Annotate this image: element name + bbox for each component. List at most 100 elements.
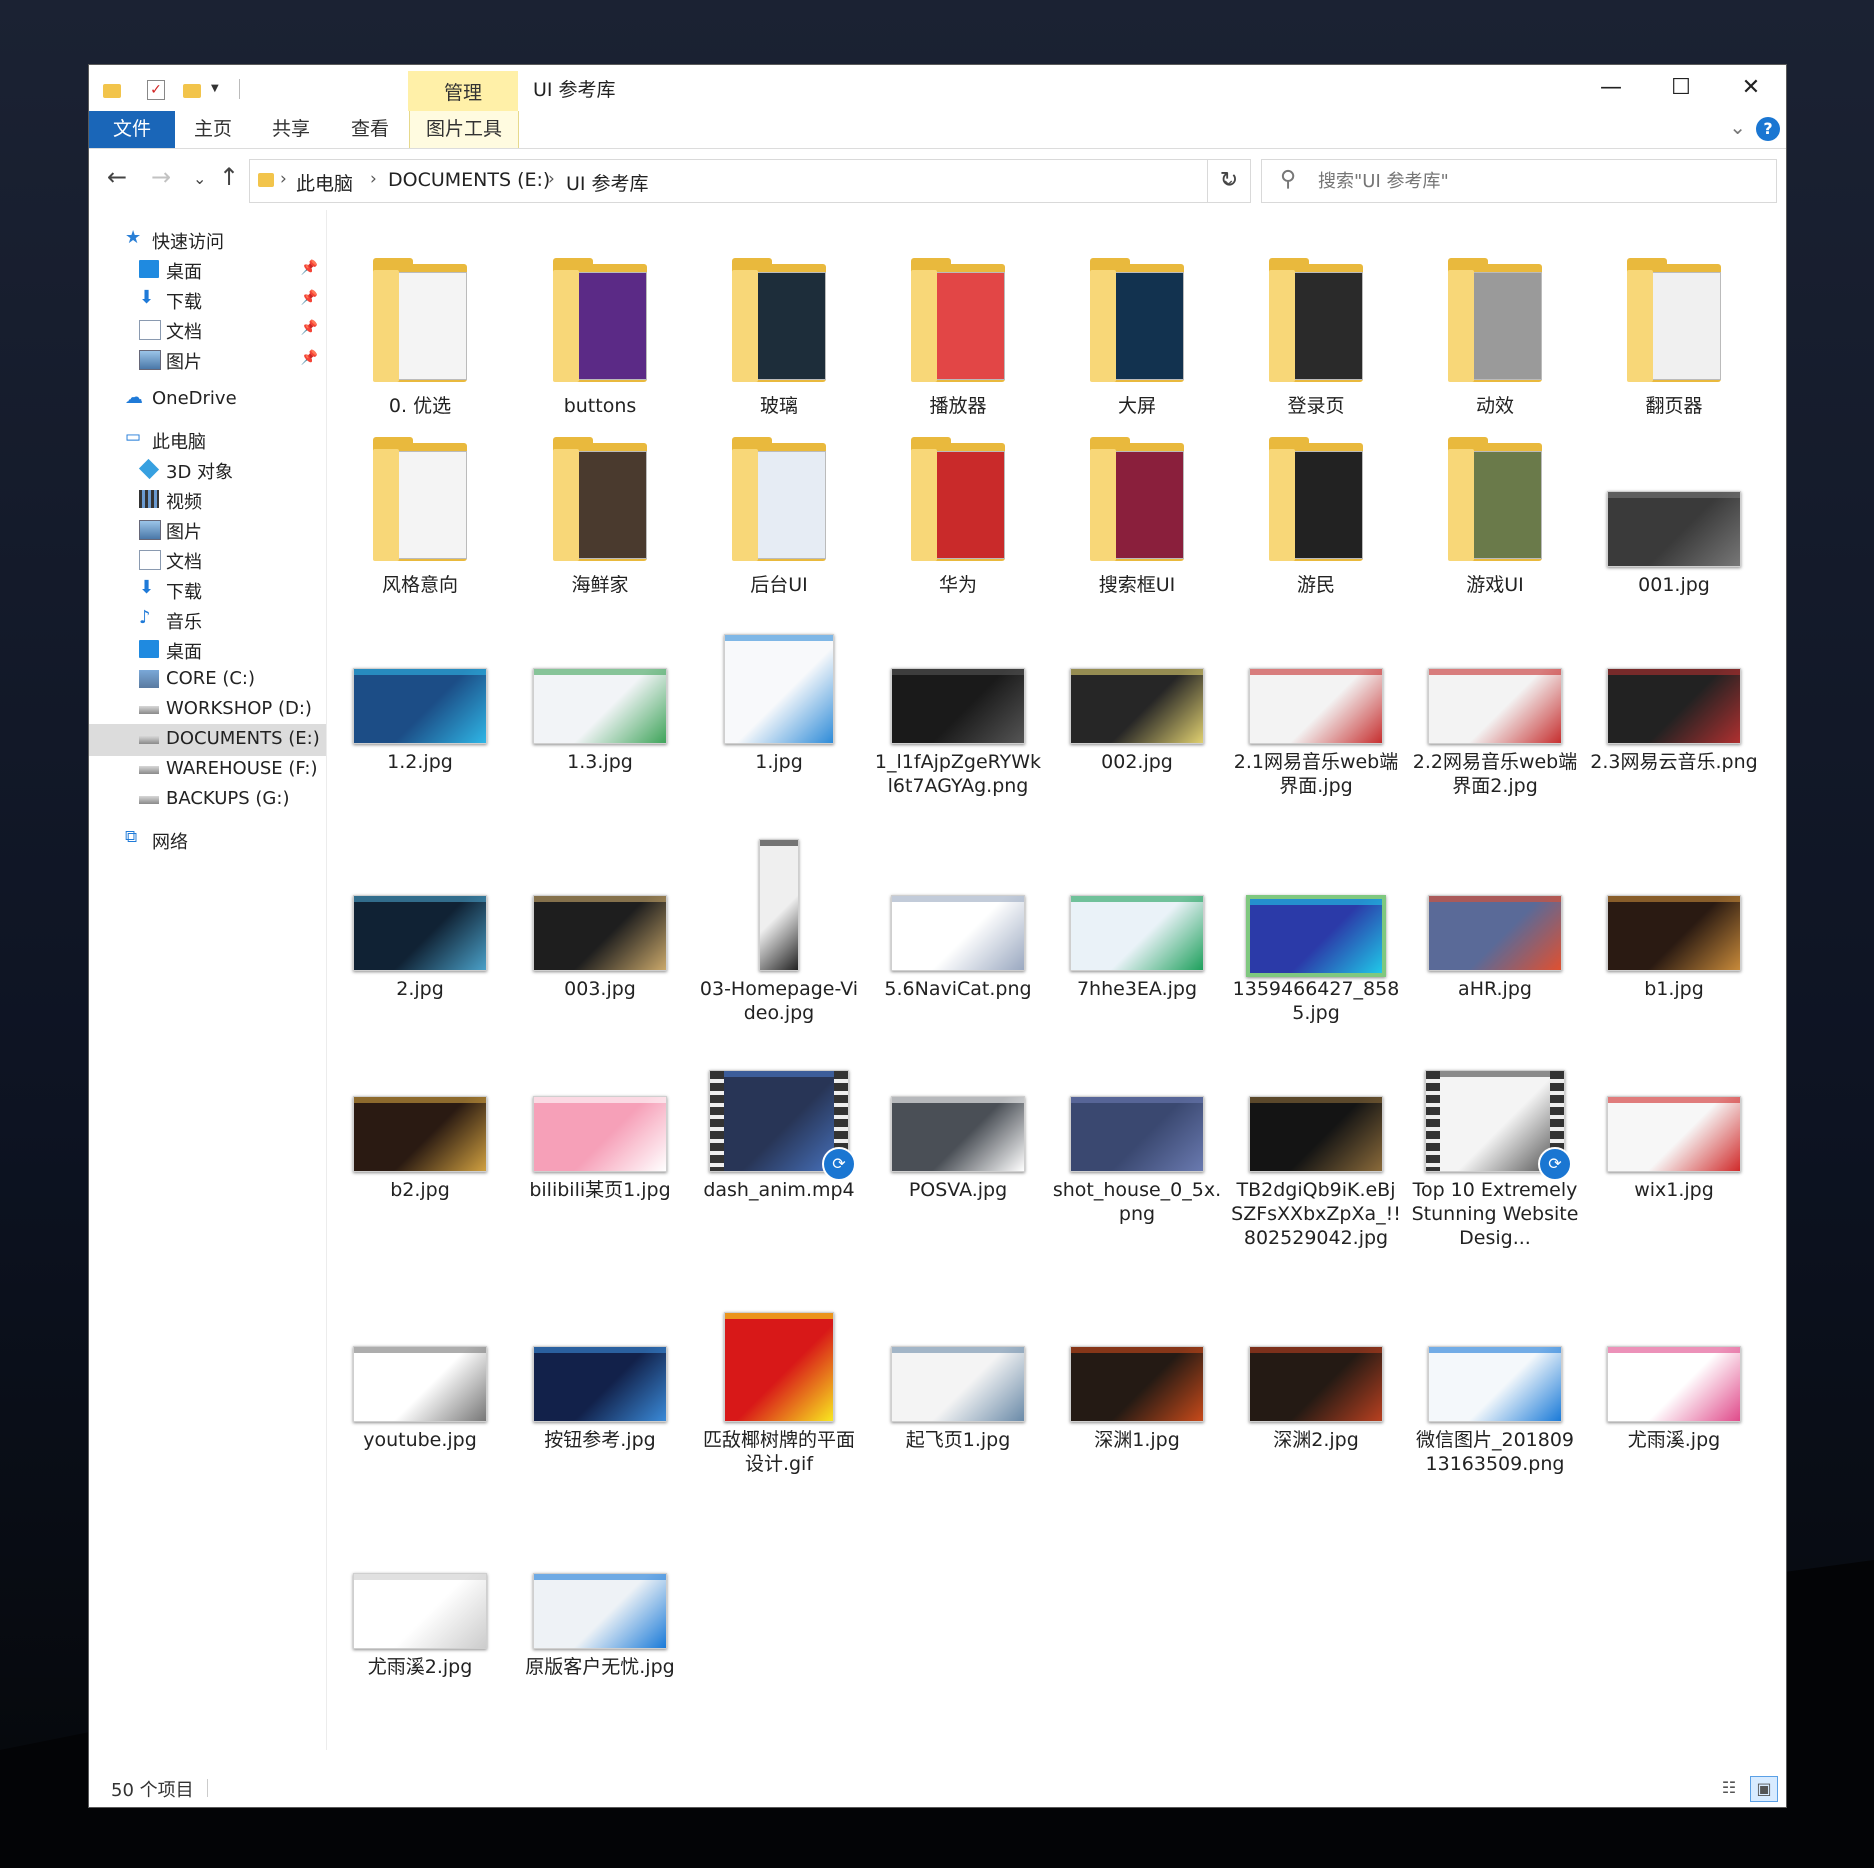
breadcrumb-documents-drive[interactable]: DOCUMENTS (E:) — [388, 169, 550, 191]
context-tab-manage[interactable]: 管理 — [408, 71, 518, 111]
customize-toolbar-icon[interactable]: ▼ — [211, 83, 219, 103]
file-name: 尤雨溪.jpg — [1627, 1429, 1721, 1451]
folder-item[interactable]: 播放器 — [873, 254, 1043, 418]
nav-item[interactable]: CORE (C:) — [89, 664, 326, 696]
file-item[interactable]: 2.jpg — [335, 837, 505, 1001]
search-input[interactable] — [1316, 166, 1760, 196]
file-item[interactable]: 按钮参考.jpg — [515, 1288, 685, 1452]
file-item[interactable]: 起飞页1.jpg — [873, 1288, 1043, 1452]
file-item[interactable]: 2.1网易音乐web端界面.jpg — [1231, 610, 1401, 798]
file-item[interactable]: 2.3网易云音乐.png — [1589, 610, 1759, 774]
nav-item[interactable]: 文档 📌 — [89, 314, 326, 346]
folder-item[interactable]: 大屏 — [1052, 254, 1222, 418]
new-folder-icon[interactable] — [183, 84, 201, 98]
folder-item[interactable]: 翻页器 — [1589, 254, 1759, 418]
file-item[interactable]: 5.6NaviCat.png — [873, 837, 1043, 1001]
file-item[interactable]: 2.2网易音乐web端界面2.jpg — [1410, 610, 1580, 798]
file-item[interactable]: 1.jpg — [694, 610, 864, 774]
folder-item[interactable]: 后台UI — [694, 433, 864, 597]
folder-item[interactable]: 0. 优选 — [335, 254, 505, 418]
nav-item[interactable]: ▭ 此电脑 — [89, 424, 326, 456]
file-item[interactable]: TB2dgiQb9iK.eBjSZFsXXbxZpXa_!!802529042.… — [1231, 1038, 1401, 1250]
nav-item[interactable]: ⧉ 网络 — [89, 824, 326, 856]
nav-item[interactable]: 文档 — [89, 544, 326, 576]
file-item[interactable]: 03-Homepage-Video.jpg — [694, 837, 864, 1025]
close-button[interactable]: ✕ — [1716, 65, 1786, 111]
file-item[interactable]: b2.jpg — [335, 1038, 505, 1202]
folder-item[interactable]: buttons — [515, 254, 685, 418]
image-thumbnail — [1607, 491, 1741, 567]
breadcrumb-current-folder[interactable]: UI 参考库 — [566, 169, 649, 196]
nav-item[interactable]: 视频 — [89, 484, 326, 516]
breadcrumb-this-pc[interactable]: 此电脑 — [296, 169, 353, 196]
file-item[interactable]: 尤雨溪2.jpg — [335, 1515, 505, 1679]
properties-icon[interactable]: ✓ — [147, 80, 165, 100]
nav-item[interactable]: BACKUPS (G:) — [89, 784, 326, 816]
file-item[interactable]: 深渊2.jpg — [1231, 1288, 1401, 1452]
nav-item[interactable]: ⬇ 下载 📌 — [89, 284, 326, 316]
tab-picture-tools[interactable]: 图片工具 — [409, 111, 519, 148]
expand-ribbon-icon[interactable]: ⌄ — [1729, 115, 1746, 139]
folder-item[interactable]: 游民 — [1231, 433, 1401, 597]
recent-locations-button[interactable]: ⌄ — [193, 169, 206, 188]
file-item[interactable]: 002.jpg — [1052, 610, 1222, 774]
folder-item[interactable]: 动效 — [1410, 254, 1580, 418]
file-item[interactable]: shot_house_0_5x.png — [1052, 1038, 1222, 1226]
nav-item[interactable]: 图片 📌 — [89, 344, 326, 376]
nav-item[interactable]: 图片 — [89, 514, 326, 546]
address-bar[interactable]: › 此电脑 › DOCUMENTS (E:) › UI 参考库 ⌄ — [249, 159, 1251, 203]
folder-item[interactable]: 游戏UI — [1410, 433, 1580, 597]
nav-item[interactable]: 3D 对象 — [89, 454, 326, 486]
nav-item[interactable]: 桌面 📌 — [89, 254, 326, 286]
tab-view[interactable]: 查看 — [331, 111, 409, 148]
file-item[interactable]: 1359466427_8585.jpg — [1231, 837, 1401, 1025]
nav-item[interactable]: ★ 快速访问 — [89, 224, 326, 256]
folder-item[interactable]: 玻璃 — [694, 254, 864, 418]
nav-item[interactable]: WORKSHOP (D:) — [89, 694, 326, 726]
folder-item[interactable]: 华为 — [873, 433, 1043, 597]
file-item[interactable]: POSVA.jpg — [873, 1038, 1043, 1202]
forward-button[interactable]: → — [151, 163, 171, 191]
nav-item[interactable]: 桌面 — [89, 634, 326, 666]
file-item[interactable]: youtube.jpg — [335, 1288, 505, 1452]
refresh-button[interactable]: ↻ — [1207, 159, 1251, 203]
file-item[interactable]: 001.jpg — [1589, 433, 1759, 597]
tab-home[interactable]: 主页 — [175, 111, 251, 148]
file-item[interactable]: wix1.jpg — [1589, 1038, 1759, 1202]
file-item[interactable]: 微信图片_20180913163509.png — [1410, 1288, 1580, 1476]
file-item[interactable]: 1_l1fAjpZgeRYWkl6t7AGYAg.png — [873, 610, 1043, 798]
tab-share[interactable]: 共享 — [251, 111, 331, 148]
tab-file[interactable]: 文件 — [89, 111, 175, 148]
folder-item[interactable]: 风格意向 — [335, 433, 505, 597]
help-icon[interactable]: ? — [1756, 117, 1780, 141]
minimize-button[interactable]: — — [1576, 65, 1646, 111]
search-box[interactable]: ⚲ — [1261, 159, 1777, 203]
file-item[interactable]: 003.jpg — [515, 837, 685, 1001]
file-item[interactable]: 1.3.jpg — [515, 610, 685, 774]
file-item[interactable]: 原版客户无忧.jpg — [515, 1515, 685, 1679]
file-item[interactable]: 匹敌椰树牌的平面设计.gif — [694, 1288, 864, 1476]
file-item[interactable]: 7hhe3EA.jpg — [1052, 837, 1222, 1001]
file-name: 大屏 — [1117, 395, 1156, 417]
file-item[interactable]: bilibili某页1.jpg — [515, 1038, 685, 1202]
file-item[interactable]: b1.jpg — [1589, 837, 1759, 1001]
file-item[interactable]: 深渊1.jpg — [1052, 1288, 1222, 1452]
back-button[interactable]: ← — [107, 163, 127, 191]
nav-item[interactable]: ♪ 音乐 — [89, 604, 326, 636]
file-item[interactable]: ⟳ Top 10 Extremely Stunning Website Desig… — [1410, 1038, 1580, 1250]
nav-item[interactable]: ☁ OneDrive — [89, 384, 326, 416]
file-item[interactable]: ⟳ dash_anim.mp4 — [694, 1038, 864, 1202]
maximize-button[interactable]: ☐ — [1646, 65, 1716, 111]
file-item[interactable]: 1.2.jpg — [335, 610, 505, 774]
up-button[interactable]: ↑ — [219, 163, 239, 191]
nav-item[interactable]: DOCUMENTS (E:) — [89, 724, 326, 756]
file-item[interactable]: aHR.jpg — [1410, 837, 1580, 1001]
large-icons-view-button[interactable]: ▣ — [1750, 1776, 1778, 1802]
folder-item[interactable]: 海鲜家 — [515, 433, 685, 597]
folder-item[interactable]: 登录页 — [1231, 254, 1401, 418]
folder-item[interactable]: 搜索框UI — [1052, 433, 1222, 597]
details-view-button[interactable]: ☷ — [1716, 1776, 1742, 1800]
nav-item[interactable]: WAREHOUSE (F:) — [89, 754, 326, 786]
file-item[interactable]: 尤雨溪.jpg — [1589, 1288, 1759, 1452]
nav-item[interactable]: ⬇ 下载 — [89, 574, 326, 606]
